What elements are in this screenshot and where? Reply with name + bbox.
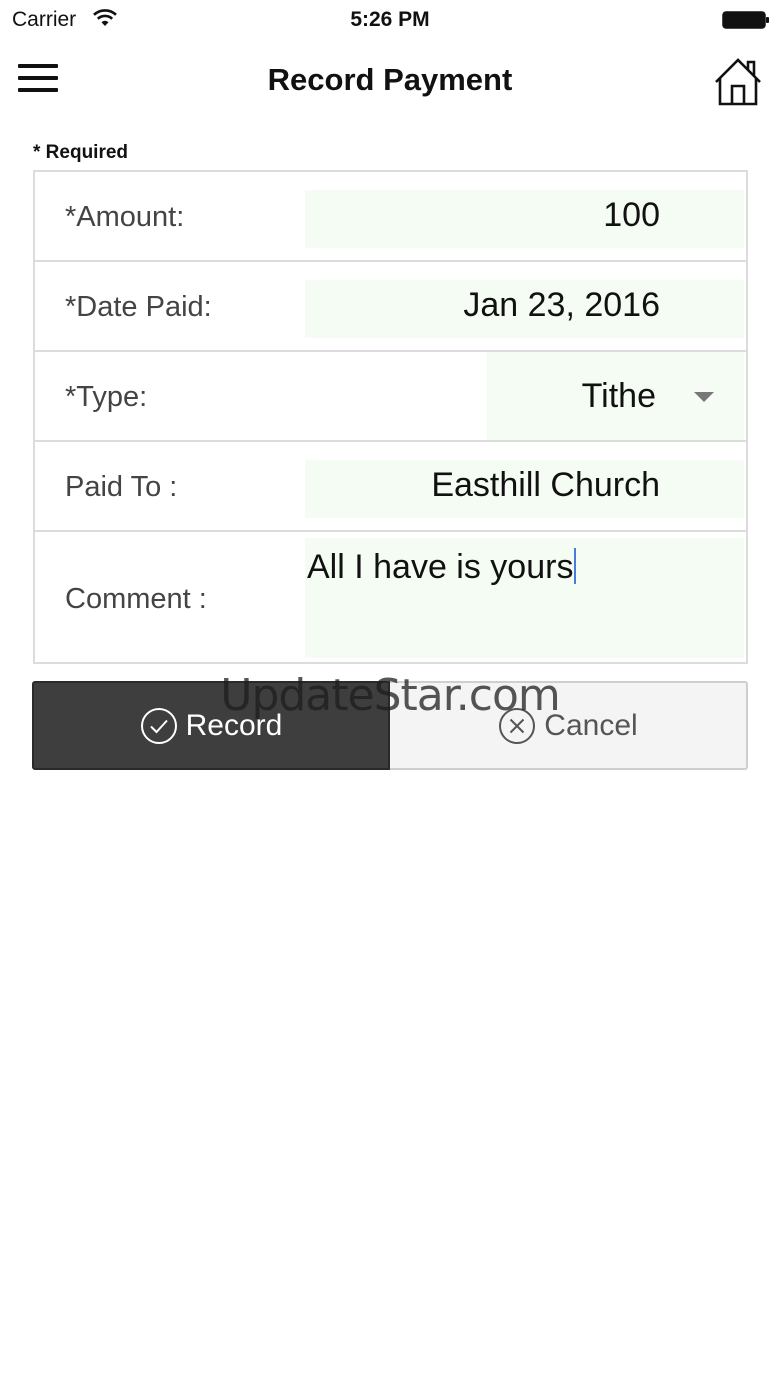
amount-input[interactable]: 100 xyxy=(305,190,744,248)
comment-row: Comment : All I have is yours xyxy=(35,532,746,662)
comment-text: All I have is yours xyxy=(307,548,574,586)
payment-form: *Amount: 100 *Date Paid: Jan 23, 2016 *T… xyxy=(33,170,748,664)
amount-label: *Amount: xyxy=(65,201,185,233)
close-circle-icon xyxy=(499,707,536,744)
comment-label: Comment : xyxy=(65,583,207,615)
type-select[interactable]: Tithe xyxy=(487,352,744,440)
paid-to-label: Paid To : xyxy=(65,471,178,503)
paid-to-row: Paid To : Easthill Church xyxy=(35,442,746,532)
type-select-value: Tithe xyxy=(581,377,656,415)
record-button-label: Record xyxy=(185,708,283,742)
paid-to-input[interactable]: Easthill Church xyxy=(305,460,744,518)
date-paid-label: *Date Paid: xyxy=(65,291,212,323)
check-circle-icon xyxy=(140,707,177,744)
nav-bar: Record Payment xyxy=(0,40,780,124)
cancel-button[interactable]: Cancel xyxy=(390,681,748,770)
type-label: *Type: xyxy=(65,381,148,413)
type-row: *Type: Tithe xyxy=(35,352,746,442)
page-title: Record Payment xyxy=(267,62,513,97)
status-bar: Carrier 5:26 PM xyxy=(0,0,780,40)
date-paid-row: *Date Paid: Jan 23, 2016 xyxy=(35,262,746,352)
amount-row: *Amount: 100 xyxy=(35,172,746,262)
date-paid-input[interactable]: Jan 23, 2016 xyxy=(305,280,744,338)
home-icon[interactable] xyxy=(712,56,764,108)
dropdown-arrow-icon xyxy=(694,392,714,402)
comment-textarea[interactable]: All I have is yours xyxy=(305,538,744,658)
battery-icon xyxy=(722,11,769,29)
required-note: * Required xyxy=(33,142,129,163)
record-button[interactable]: Record xyxy=(32,681,390,770)
cancel-button-label: Cancel xyxy=(544,708,638,742)
text-cursor xyxy=(574,548,577,584)
clock: 5:26 PM xyxy=(350,8,430,31)
